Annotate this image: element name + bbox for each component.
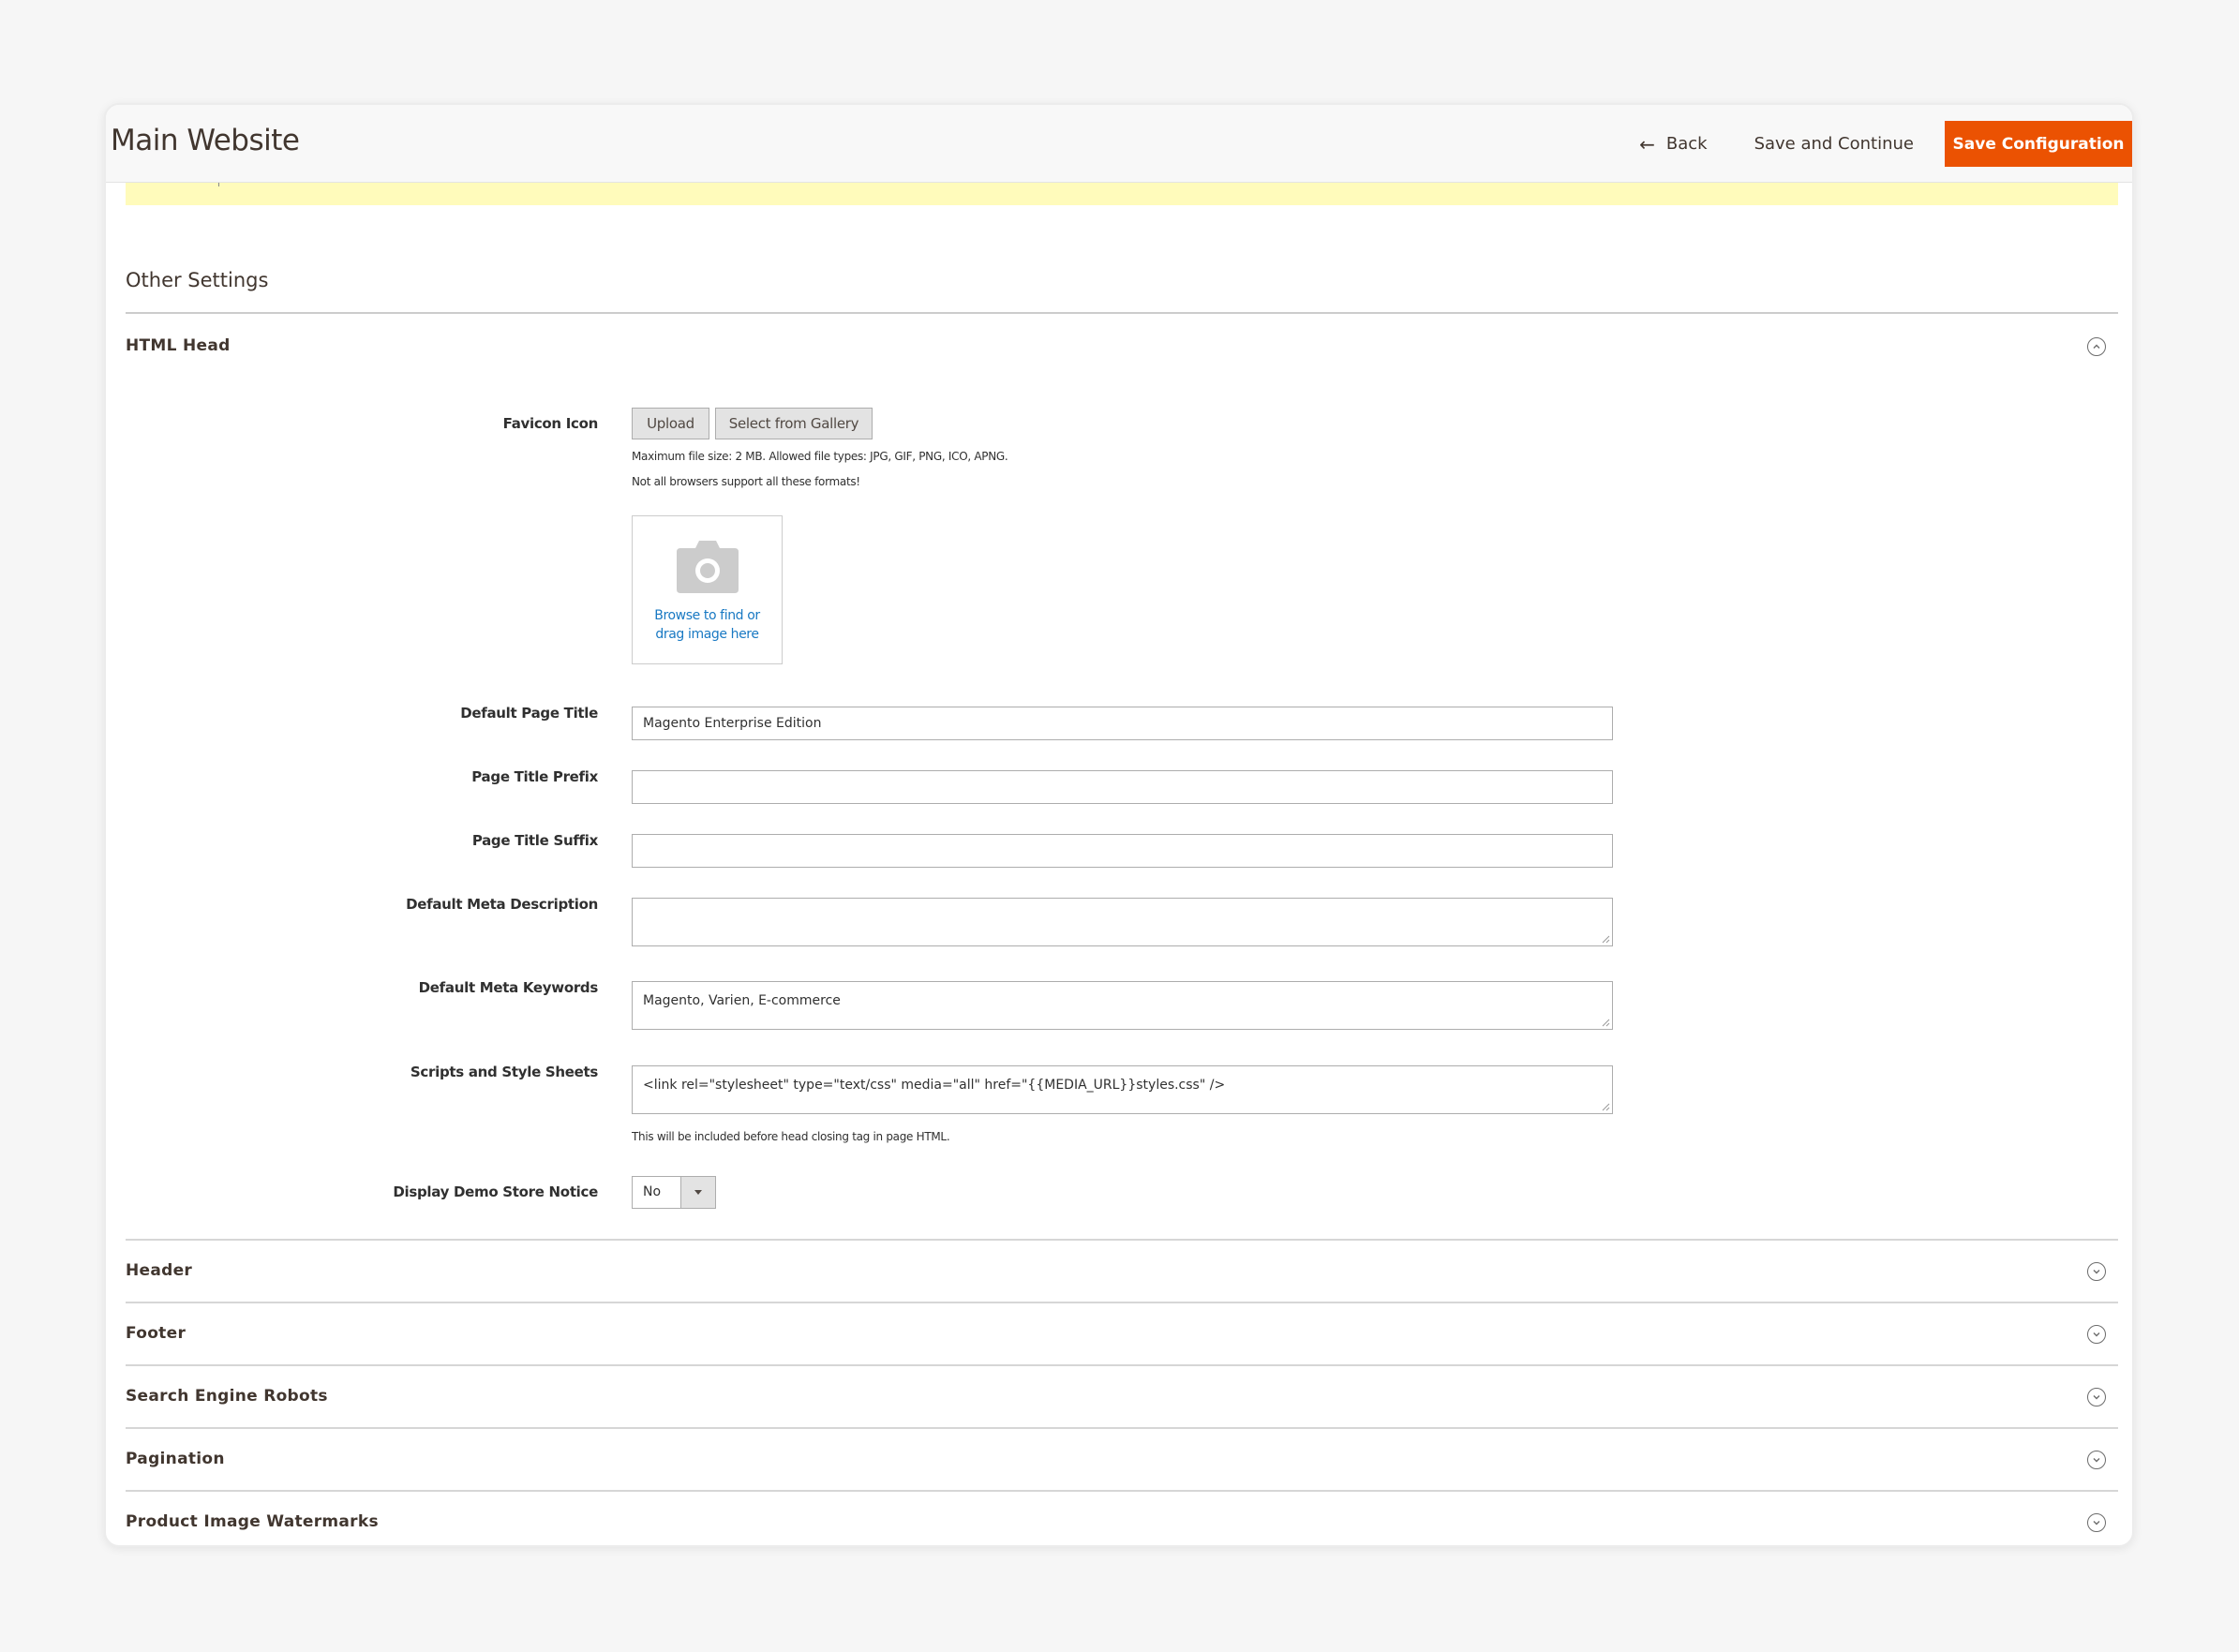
page-actions: ← Back Save and Continue Save Configurat… <box>1639 121 2132 167</box>
page-title-prefix-input[interactable] <box>632 770 1613 804</box>
select-value: No <box>643 1184 662 1199</box>
chevron-down-circle-icon[interactable] <box>2087 1513 2106 1532</box>
page-title-prefix-label: Page Title Prefix <box>471 768 598 785</box>
group-title: Pagination <box>126 1450 225 1468</box>
back-label: Back <box>1665 134 1708 154</box>
favicon-size-note: Maximum file size: 2 MB. Allowed file ty… <box>632 450 1008 463</box>
group-title: Product Image Watermarks <box>126 1512 379 1531</box>
config-panel: Main Website ← Back Save and Continue Sa… <box>104 103 2134 1547</box>
camera-icon <box>677 541 739 593</box>
default-meta-description-label: Default Meta Description <box>406 896 598 913</box>
save-configuration-button[interactable]: Save Configuration <box>1945 121 2132 167</box>
default-page-title-input[interactable]: Magento Enterprise Edition <box>632 707 1613 740</box>
image-dropzone[interactable]: Browse to find or drag image here <box>632 515 783 664</box>
back-button[interactable]: ← Back <box>1639 133 1707 156</box>
section-divider <box>126 312 2118 314</box>
notice-bar <box>126 183 2118 205</box>
group-search-engine-robots[interactable]: Search Engine Robots <box>126 1366 2118 1428</box>
group-title: Footer <box>126 1324 187 1343</box>
chevron-down-circle-icon[interactable] <box>2087 1262 2106 1281</box>
default-meta-keywords-label: Default Meta Keywords <box>418 979 599 996</box>
display-demo-store-notice-select[interactable]: No <box>632 1176 716 1209</box>
group-footer[interactable]: Footer <box>126 1303 2118 1365</box>
scripts-and-style-sheets-label: Scripts and Style Sheets <box>410 1064 598 1080</box>
default-meta-description-textarea[interactable] <box>632 898 1613 946</box>
group-title: HTML Head <box>126 336 231 355</box>
upload-button[interactable]: Upload <box>632 408 709 439</box>
group-product-image-watermarks[interactable]: Product Image Watermarks <box>126 1492 2118 1545</box>
save-and-continue-button[interactable]: Save and Continue <box>1754 134 1914 154</box>
select-from-gallery-button[interactable]: Select from Gallery <box>715 408 873 439</box>
page-header: Main Website ← Back Save and Continue Sa… <box>106 105 2132 183</box>
textarea-value: Magento, Varien, E-commerce <box>643 993 841 1008</box>
group-html-head[interactable]: HTML Head <box>126 316 2118 378</box>
resize-handle-icon[interactable] <box>1602 1019 1610 1027</box>
page-title-suffix-input[interactable] <box>632 834 1613 868</box>
dropzone-text: Browse to find or drag image here <box>654 608 760 642</box>
display-demo-store-notice-label: Display Demo Store Notice <box>393 1183 598 1200</box>
favicon-browser-note: Not all browsers support all these forma… <box>632 475 860 488</box>
scripts-and-style-sheets-textarea[interactable]: <link rel="stylesheet" type="text/css" m… <box>632 1065 1613 1114</box>
notice-marker <box>218 183 219 186</box>
default-meta-keywords-textarea[interactable]: Magento, Varien, E-commerce <box>632 981 1613 1030</box>
section-title: Other Settings <box>126 269 269 291</box>
chevron-down-circle-icon[interactable] <box>2087 1325 2106 1344</box>
page-title: Main Website <box>111 124 300 157</box>
scripts-note: This will be included before head closin… <box>632 1130 950 1143</box>
textarea-value: <link rel="stylesheet" type="text/css" m… <box>643 1078 1226 1093</box>
group-title: Header <box>126 1261 193 1280</box>
resize-handle-icon[interactable] <box>1602 1103 1610 1111</box>
arrow-left-icon: ← <box>1639 132 1655 156</box>
chevron-down-circle-icon[interactable] <box>2087 1388 2106 1406</box>
group-title: Search Engine Robots <box>126 1387 328 1406</box>
favicon-label: Favicon Icon <box>502 415 599 432</box>
group-pagination[interactable]: Pagination <box>126 1429 2118 1491</box>
group-header[interactable]: Header <box>126 1241 2118 1302</box>
chevron-up-circle-icon[interactable] <box>2087 337 2106 356</box>
default-page-title-label: Default Page Title <box>460 705 598 722</box>
resize-handle-icon[interactable] <box>1602 935 1610 944</box>
dropdown-arrow-icon <box>680 1177 715 1208</box>
page-title-suffix-label: Page Title Suffix <box>471 832 598 849</box>
chevron-down-circle-icon[interactable] <box>2087 1451 2106 1469</box>
